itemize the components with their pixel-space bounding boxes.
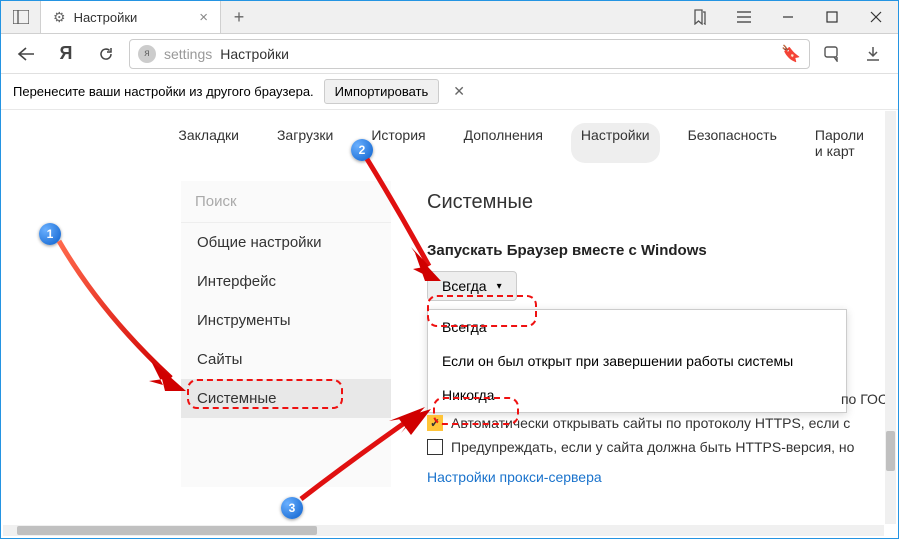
bookmark-icon[interactable]: 🔖 — [781, 44, 801, 64]
sidebar-toggle-icon[interactable] — [1, 1, 41, 33]
annotation-badge-2: 2 — [351, 139, 373, 161]
gear-icon: ⚙ — [53, 9, 66, 26]
section-title: Запускать Браузер вместе с Windows — [427, 242, 898, 259]
titlebar: ⚙ Настройки × + — [1, 1, 898, 34]
content-area: Закладки Загрузки История Дополнения Настрой… — [1, 111, 898, 526]
address-text: Настройки — [220, 46, 289, 62]
settings-nav: ЗакладкиЗагрузкиИсторияДополненияНастрой… — [201, 111, 898, 181]
nav-tab-3[interactable]: Дополнения — [454, 123, 553, 163]
startup-dropdown[interactable]: Всегда ▾ — [427, 271, 517, 301]
chevron-down-icon: ▾ — [497, 281, 502, 292]
nav-tab-5[interactable]: Безопасность — [678, 123, 787, 163]
checkbox-label: Предупреждать, если у сайта должна быть … — [451, 439, 854, 455]
minimize-button[interactable] — [766, 1, 810, 33]
menu-icon[interactable] — [722, 1, 766, 33]
reload-button[interactable] — [89, 37, 123, 71]
maximize-button[interactable] — [810, 1, 854, 33]
nav-tab-6[interactable]: Пароли и карт — [805, 123, 874, 163]
search-input[interactable]: Поиск — [181, 181, 391, 223]
browser-tab[interactable]: ⚙ Настройки × — [41, 1, 221, 33]
sidebar-item-1[interactable]: Интерфейс — [181, 262, 391, 301]
nav-tab-4[interactable]: Настройки — [571, 123, 660, 163]
bookmarks-icon[interactable] — [678, 1, 722, 33]
sidebar-item-4[interactable]: Системные — [181, 379, 391, 418]
nav-tab-0[interactable]: Закладки — [168, 123, 249, 163]
feedback-icon[interactable] — [816, 37, 850, 71]
checkbox-label: Автоматически открывать сайты по протоко… — [451, 415, 850, 431]
gost-text: по ГОС — [427, 391, 898, 407]
checkbox-checked-icon[interactable] — [427, 415, 443, 431]
dropdown-item-0[interactable]: Всегда — [428, 310, 846, 344]
home-button[interactable]: Я — [49, 37, 83, 71]
import-button[interactable]: Импортировать — [324, 79, 440, 104]
panel-title: Системные — [427, 191, 898, 214]
sidebar-item-0[interactable]: Общие настройки — [181, 223, 391, 262]
address-bar[interactable]: я settings Настройки 🔖 — [129, 39, 810, 69]
downloads-icon[interactable] — [856, 37, 890, 71]
settings-sidebar: Поиск Общие настройкиИнтерфейсИнструмент… — [181, 181, 391, 487]
annotation-badge-3: 3 — [281, 497, 303, 519]
proxy-settings-link[interactable]: Настройки прокси-сервера — [427, 469, 602, 485]
settings-panel: Системные Запускать Браузер вместе с Win… — [391, 181, 898, 487]
sidebar-item-2[interactable]: Инструменты — [181, 301, 391, 340]
checkbox-row-https-warn[interactable]: Предупреждать, если у сайта должна быть … — [427, 439, 898, 455]
dropdown-value: Всегда — [442, 278, 487, 294]
close-icon[interactable]: × — [199, 9, 208, 26]
back-button[interactable] — [9, 37, 43, 71]
vertical-scrollbar[interactable] — [885, 111, 896, 524]
address-keyword: settings — [164, 46, 212, 62]
import-banner: Перенесите ваши настройки из другого бра… — [1, 74, 898, 110]
nav-tab-2[interactable]: История — [361, 123, 435, 163]
sidebar-item-3[interactable]: Сайты — [181, 340, 391, 379]
checkbox-icon[interactable] — [427, 439, 443, 455]
horizontal-scrollbar[interactable] — [3, 525, 884, 536]
checkbox-row-https-auto[interactable]: Автоматически открывать сайты по протоко… — [427, 415, 898, 431]
dropdown-item-1[interactable]: Если он был открыт при завершении работы… — [428, 344, 846, 378]
close-button[interactable] — [854, 1, 898, 33]
toolbar: Я я settings Настройки 🔖 — [1, 34, 898, 74]
tab-title: Настройки — [74, 10, 192, 25]
annotation-badge-1: 1 — [39, 223, 61, 245]
new-tab-button[interactable]: + — [221, 1, 257, 33]
nav-tab-1[interactable]: Загрузки — [267, 123, 343, 163]
site-icon: я — [138, 45, 156, 63]
import-text: Перенесите ваши настройки из другого бра… — [13, 84, 314, 99]
banner-close-icon[interactable]: ✕ — [453, 83, 465, 100]
